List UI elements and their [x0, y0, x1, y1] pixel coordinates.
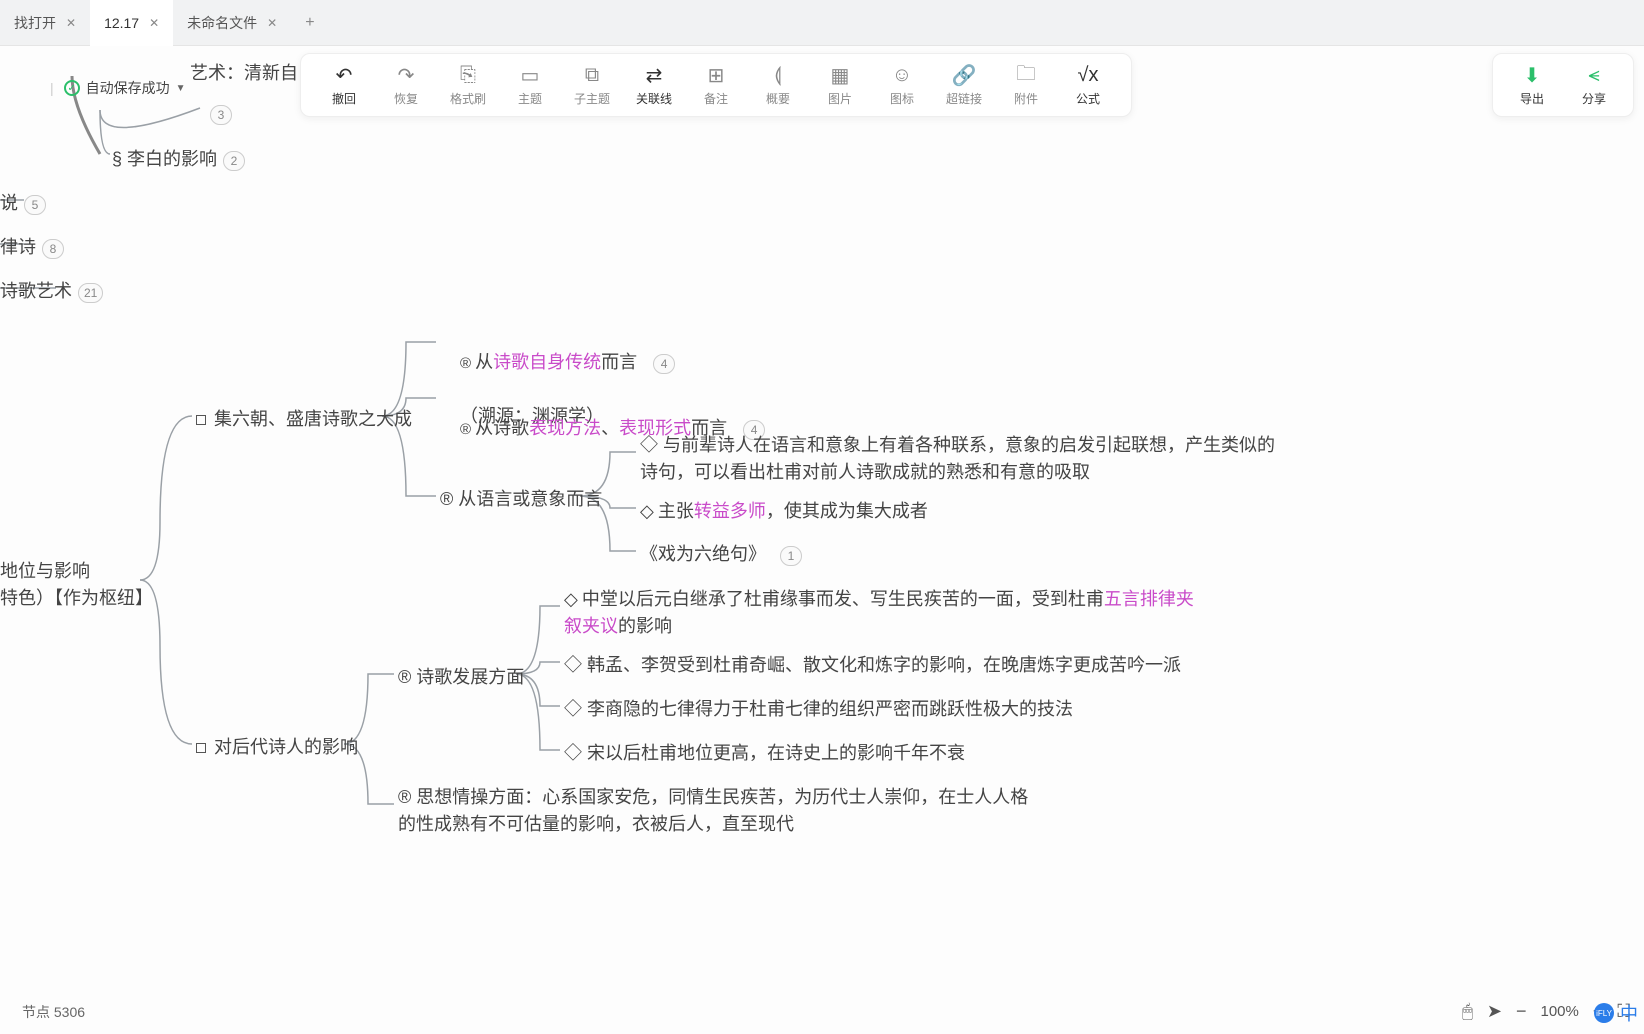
- node-r3c[interactable]: 《戏为六绝句》1: [640, 541, 802, 568]
- node-r3a[interactable]: ◇ 与前辈诗人在语言和意象上有着各种联系，意象的启发引起联想，产生类似的 诗句，…: [640, 432, 1275, 486]
- node-shuo[interactable]: 说5: [0, 190, 46, 217]
- close-icon[interactable]: ✕: [149, 16, 159, 30]
- node-libai[interactable]: § 李白的影响2: [112, 146, 245, 173]
- add-tab-button[interactable]: +: [291, 14, 328, 32]
- tab-label: 12.17: [104, 15, 139, 31]
- connectors: [0, 46, 1644, 1034]
- caret-down-icon: ▼: [176, 83, 186, 94]
- node-badge-3[interactable]: 3: [204, 100, 232, 127]
- close-icon[interactable]: ✕: [66, 16, 76, 30]
- node-shigeart[interactable]: 诗歌艺术21: [0, 278, 103, 305]
- mindmap-canvas[interactable]: 艺术：清新自 3 § 李白的影响2 说5 律诗8 诗歌艺术21 地位与影响 特色…: [0, 46, 1644, 988]
- zoom-out-button[interactable]: −: [1516, 1001, 1527, 1022]
- node-count: 节点 5306: [22, 1002, 85, 1022]
- node-art-fragment[interactable]: 艺术：清新自: [190, 60, 298, 87]
- tab-label: 找打开: [14, 13, 56, 33]
- close-icon[interactable]: ✕: [267, 16, 277, 30]
- node-h1b[interactable]: ◇ 韩孟、李贺受到杜甫奇崛、散文化和炼字的影响，在晚唐炼字更成苦吟一派: [564, 652, 1181, 679]
- zoom-level: 100%: [1541, 1003, 1579, 1020]
- node-r3b[interactable]: ◇主张转益多师，使其成为集大成者: [640, 498, 928, 525]
- node-r3[interactable]: ® 从语言或意象而言: [440, 486, 602, 513]
- node-h1c[interactable]: ◇ 李商隐的七律得力于杜甫七律的组织严密而跳跃性极大的技法: [564, 696, 1073, 723]
- check-icon: ✓: [64, 80, 80, 96]
- tab-0[interactable]: 找打开 ✕: [0, 0, 90, 46]
- autosave-status[interactable]: | ✓ 自动保存成功 ▼: [50, 78, 186, 98]
- node-lvshi[interactable]: 律诗8: [0, 234, 64, 261]
- tab-2[interactable]: 未命名文件 ✕: [173, 0, 291, 46]
- ime-indicator[interactable]: iFLY 中: [1594, 1000, 1638, 1026]
- bullet-icon: [196, 415, 206, 425]
- ifly-icon: iFLY: [1594, 1003, 1614, 1023]
- node-houdai[interactable]: 对后代诗人的影响: [196, 734, 358, 761]
- node-h1d[interactable]: ◇ 宋以后杜甫地位更高，在诗史上的影响千年不衰: [564, 740, 965, 767]
- ime-mode: 中: [1620, 1000, 1638, 1026]
- node-h2[interactable]: ® 思想情操方面：心系国家安危，同情生民疾苦，为历代士人崇仰，在士人人格 的性成…: [398, 784, 1028, 838]
- node-jiliuchao[interactable]: 集六朝、盛唐诗歌之大成: [196, 406, 412, 433]
- compass-icon[interactable]: ➤: [1487, 1001, 1502, 1022]
- mouse-icon[interactable]: 🖱: [1462, 1001, 1473, 1022]
- node-root[interactable]: 地位与影响 特色）【作为枢纽】: [0, 558, 153, 612]
- tab-bar: 找打开 ✕ 12.17 ✕ 未命名文件 ✕ +: [0, 0, 1644, 46]
- node-h1[interactable]: ® 诗歌发展方面: [398, 664, 524, 691]
- tab-1[interactable]: 12.17 ✕: [90, 0, 173, 46]
- bullet-icon: [196, 743, 206, 753]
- tab-label: 未命名文件: [187, 13, 257, 33]
- node-h1a[interactable]: ◇中堂以后元白继承了杜甫缘事而发、写生民疾苦的一面，受到杜甫五言排律夹 叙夹议的…: [564, 586, 1194, 640]
- autosave-label: 自动保存成功: [86, 78, 170, 98]
